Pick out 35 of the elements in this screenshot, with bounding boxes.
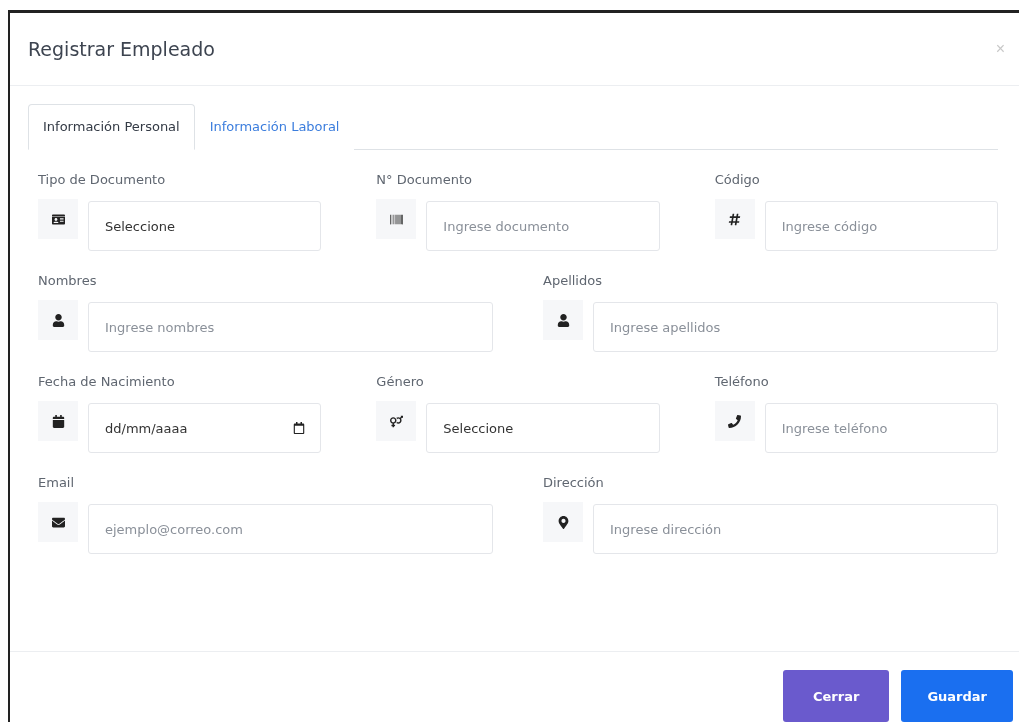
field-label: Apellidos <box>543 273 603 288</box>
map-pin-icon <box>543 502 583 542</box>
input-field[interactable]: Ingrese apellidos <box>593 302 998 352</box>
gender-icon <box>376 401 417 441</box>
field-label: Código <box>714 172 761 187</box>
input-field[interactable]: Ingrese documento <box>426 201 660 251</box>
calendar-icon <box>38 401 78 441</box>
select-field[interactable]: Seleccione <box>426 403 660 453</box>
modal-title: Registrar Empleado <box>28 38 215 60</box>
date-field[interactable]: dd/mm/aaaa <box>88 403 322 453</box>
input-field[interactable]: Ingrese teléfono <box>764 403 998 453</box>
phone-icon <box>714 401 755 441</box>
user-icon <box>543 300 583 340</box>
input-field[interactable]: ejemplo@correo.com <box>88 504 493 554</box>
envelope-icon <box>38 502 78 542</box>
field-label: N° Documento <box>376 172 473 187</box>
input-field[interactable]: Ingrese dirección <box>593 504 998 554</box>
calendar-icon[interactable] <box>293 422 306 434</box>
hashtag-icon <box>714 199 755 239</box>
field-label: Nombres <box>38 273 98 288</box>
field-label: Fecha de Nacimiento <box>38 374 176 389</box>
close-dialog-button[interactable]: Cerrar <box>783 670 890 722</box>
tab[interactable]: Información Personal <box>28 104 195 150</box>
save-button[interactable]: Guardar <box>901 670 1013 722</box>
id-card-icon <box>38 199 78 239</box>
field-label: Email <box>38 475 76 490</box>
field-label: Género <box>376 374 425 389</box>
field-label: Teléfono <box>714 374 770 389</box>
barcode-icon <box>376 199 417 239</box>
input-field[interactable]: Ingrese código <box>764 201 998 251</box>
field-label: Tipo de Documento <box>38 172 167 187</box>
field-label: Dirección <box>543 475 605 490</box>
input-field[interactable]: Ingrese nombres <box>88 302 493 352</box>
user-icon <box>38 300 78 340</box>
select-field[interactable]: Seleccione <box>88 201 322 251</box>
